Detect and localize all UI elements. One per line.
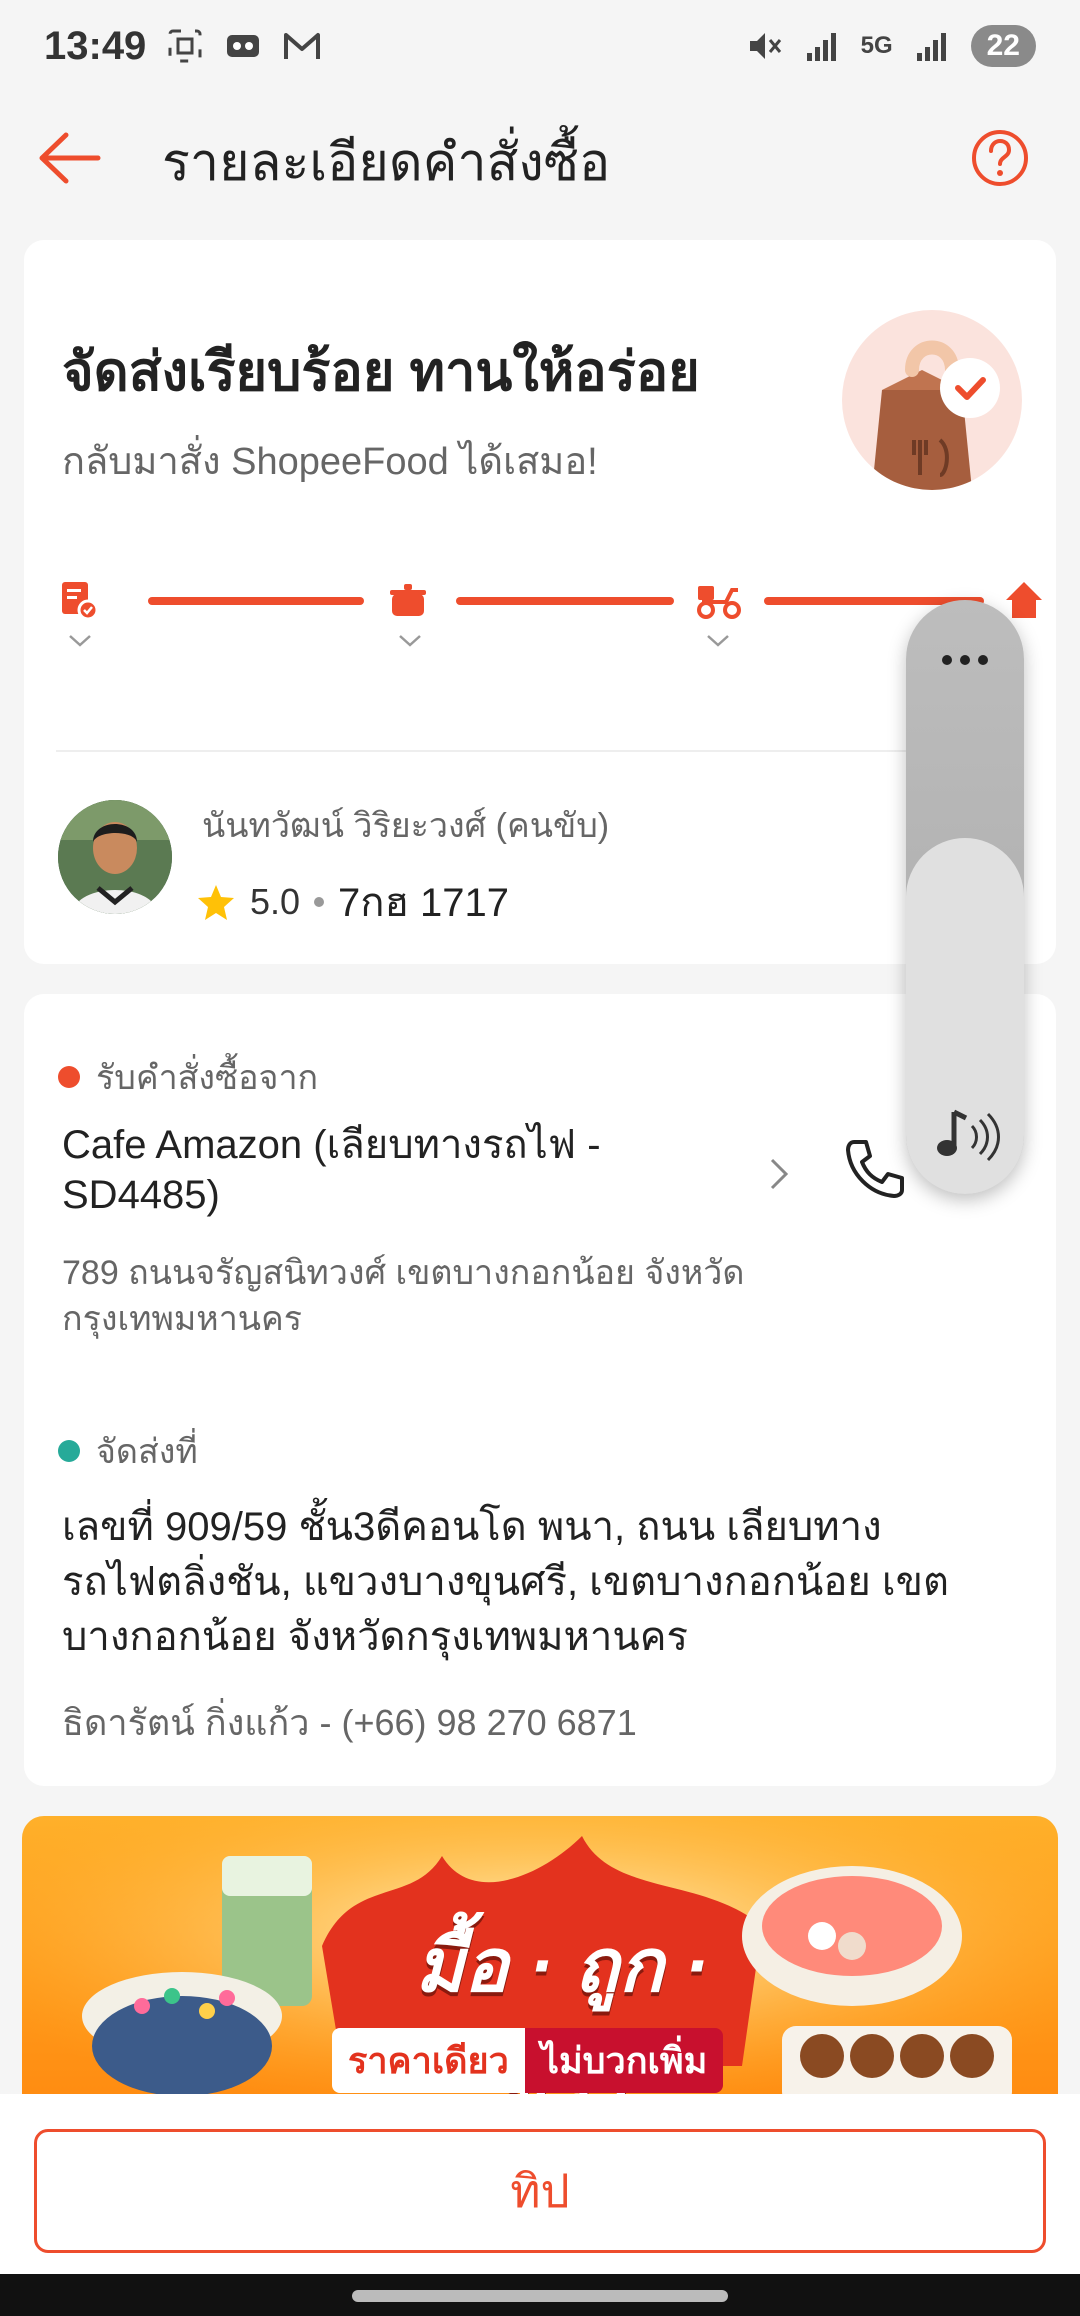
volume-panel[interactable] bbox=[906, 600, 1024, 1194]
driver-meta: 5.0 7กฮ 1717 bbox=[196, 870, 509, 934]
divider bbox=[56, 750, 1024, 752]
delivery-label-row: จัดส่งที่ bbox=[58, 1424, 198, 1478]
call-store-button[interactable] bbox=[840, 1134, 910, 1204]
order-placed-icon bbox=[62, 582, 98, 620]
app-bar: รายละเอียดคำสั่งซื้อ bbox=[0, 92, 1080, 220]
pickup-label: รับคำสั่งซื้อจาก bbox=[96, 1059, 319, 1097]
battery-indicator: 22 bbox=[970, 25, 1036, 67]
chevron-down-icon bbox=[69, 635, 91, 647]
star-icon bbox=[198, 885, 234, 920]
address-card: รับคำสั่งซื้อจาก Cafe Amazon (เลียบทางรถ… bbox=[24, 994, 1056, 1786]
progress-line-1 bbox=[148, 597, 364, 605]
delivery-label: จัดส่งที่ bbox=[96, 1433, 198, 1471]
status-notification-icons bbox=[166, 27, 322, 65]
network-type: 5G bbox=[860, 32, 893, 59]
order-status-card: จัดส่งเรียบร้อย ทานให้อร่อย กลับมาสั่ง S… bbox=[24, 240, 1056, 964]
bottom-action-bar: ทิป bbox=[0, 2094, 1080, 2274]
more-dot bbox=[978, 655, 988, 665]
status-title: จัดส่งเรียบร้อย ทานให้อร่อย bbox=[62, 342, 700, 402]
mute-icon bbox=[749, 33, 781, 59]
driver-plate: 7กฮ 1717 bbox=[338, 881, 510, 925]
more-dot bbox=[960, 655, 970, 665]
home-icon bbox=[1006, 582, 1042, 618]
page-title: รายละเอียดคำสั่งซื้อ bbox=[162, 134, 611, 192]
scooter-icon bbox=[697, 586, 741, 619]
more-dot bbox=[942, 655, 952, 665]
voicemail-icon bbox=[227, 35, 260, 57]
home-gesture-handle[interactable] bbox=[352, 2290, 728, 2302]
status-bar: 13:49 5G 22 bbox=[0, 0, 1080, 92]
separator-dot bbox=[314, 897, 325, 907]
screenshot-icon bbox=[168, 29, 202, 63]
delivery-progress bbox=[58, 580, 1042, 660]
pickup-dot bbox=[58, 1066, 80, 1088]
delivery-dot bbox=[58, 1440, 80, 1462]
tip-button[interactable]: ทิป bbox=[34, 2129, 1046, 2253]
driver-name: นันทวัฒน์ วิริยะวงศ์ (คนขับ) bbox=[202, 807, 610, 845]
store-name[interactable]: Cafe Amazon (เลียบทางรถไฟ - SD4485) bbox=[62, 1120, 702, 1220]
signal-icon bbox=[806, 33, 836, 61]
pickup-label-row: รับคำสั่งซื้อจาก bbox=[58, 1050, 318, 1104]
status-subtitle: กลับมาสั่ง ShopeeFood ได้เสมอ! bbox=[62, 441, 598, 483]
driver-rating: 5.0 bbox=[250, 881, 301, 922]
banner-tag-left: ราคาเดียว bbox=[332, 2028, 525, 2093]
promo-banner[interactable]: มื้อ · ถูก · ชัวร์ ราคาเดียว ไม่บวกเพิ่ม bbox=[22, 1816, 1058, 2116]
chevron-down-icon bbox=[707, 635, 729, 647]
cooking-pot-icon bbox=[390, 584, 426, 616]
progress-line-2 bbox=[456, 597, 674, 605]
volume-more-button[interactable] bbox=[906, 640, 1024, 680]
delivery-address: เลขที่ 909/59 ชั้น3ดีคอนโด พนา, ถนน เลีย… bbox=[62, 1505, 949, 1659]
back-button[interactable] bbox=[30, 118, 110, 198]
banner-tag-right: ไม่บวกเพิ่ม bbox=[524, 2028, 724, 2093]
signal-icon-2 bbox=[916, 33, 946, 61]
delivered-bag-illustration bbox=[842, 310, 1022, 490]
status-time: 13:49 bbox=[44, 23, 147, 68]
recipient-info: ธิดารัตน์ กิ่งแก้ว - (+66) 98 270 6871 bbox=[62, 1702, 637, 1743]
help-icon bbox=[972, 130, 1028, 186]
gmail-icon bbox=[284, 33, 321, 59]
store-address: 789 ถนนจรัญสนิทวงศ์ เขตบางกอกน้อย จังหวั… bbox=[62, 1254, 745, 1338]
chevron-down-icon bbox=[399, 635, 421, 647]
back-arrow-icon bbox=[39, 132, 101, 184]
media-volume-icon[interactable] bbox=[930, 1100, 1000, 1170]
help-button[interactable] bbox=[960, 118, 1040, 198]
banner-tags: ราคาเดียว ไม่บวกเพิ่ม bbox=[332, 2028, 724, 2093]
chevron-right-icon[interactable] bbox=[764, 1154, 794, 1194]
driver-avatar bbox=[58, 800, 172, 914]
